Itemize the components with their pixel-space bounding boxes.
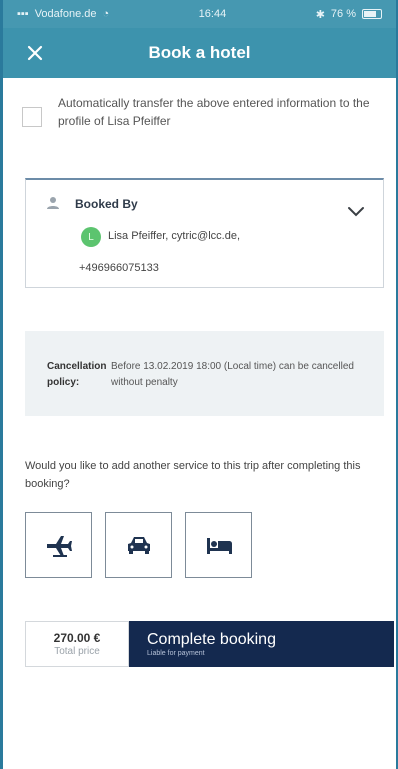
battery-text: 76 % [330, 8, 356, 20]
add-flight-button[interactable] [25, 512, 92, 578]
cancellation-policy-label: Cancellation policy: [47, 361, 107, 388]
chevron-down-icon[interactable] [347, 206, 365, 218]
car-icon [127, 537, 150, 554]
frame-left [0, 0, 3, 769]
status-time: 16:44 [198, 8, 227, 20]
transfer-profile-text: Automatically transfer the above entered… [58, 96, 370, 128]
booking-footer: 270.00 € Total price Complete booking Li… [25, 621, 394, 667]
close-icon[interactable] [21, 39, 49, 67]
bluetooth-icon: ✱ [315, 8, 325, 21]
wifi-icon: ◔ [102, 8, 110, 20]
complete-booking-label: Complete booking [147, 630, 276, 648]
hotel-icon [206, 538, 232, 554]
signal-icon: ▪▪▪ [17, 8, 29, 20]
status-right: ✱ 76 % [316, 8, 382, 21]
carrier-text: Vodafone.de [34, 8, 97, 20]
header-bar: Book a hotel [3, 28, 396, 78]
battery-icon [361, 9, 382, 19]
transfer-profile-row[interactable]: Automatically transfer the above entered… [22, 94, 378, 130]
status-bar: ▪▪▪ Vodafone.de ◔ 16:44 ✱ 76 % [3, 0, 396, 28]
avatar: L [81, 227, 101, 247]
person-icon [47, 197, 59, 209]
booked-by-label: Booked By [75, 197, 138, 211]
cancellation-policy-box: Cancellation policy: Before 13.02.2019 1… [25, 331, 384, 416]
booker-name-email: Lisa Pfeiffer, cytric@lcc.de, [108, 230, 241, 242]
total-price-box: 270.00 € Total price [25, 621, 129, 667]
page-title: Book a hotel [148, 43, 251, 62]
flight-icon [46, 536, 72, 557]
add-hotel-button[interactable] [185, 512, 252, 578]
book-hotel-screen: ▪▪▪ Vodafone.de ◔ 16:44 ✱ 76 % Book a ho… [0, 0, 398, 769]
add-service-buttons [25, 512, 252, 578]
add-service-question: Would you like to add another service to… [25, 460, 361, 490]
complete-booking-button[interactable]: Complete booking Liable for payment [129, 621, 394, 667]
booked-by-card[interactable]: Booked By L Lisa Pfeiffer, cytric@lcc.de… [25, 178, 384, 288]
add-car-button[interactable] [105, 512, 172, 578]
cancellation-policy-text: Before 13.02.2019 18:00 (Local time) can… [111, 361, 354, 388]
total-price-label: Total price [54, 645, 100, 657]
transfer-profile-checkbox[interactable] [22, 107, 42, 127]
complete-booking-sublabel: Liable for payment [147, 649, 205, 657]
status-left: ▪▪▪ Vodafone.de ◔ [17, 8, 109, 20]
booker-phone: +496966075133 [79, 262, 159, 274]
total-price: 270.00 € [53, 630, 101, 645]
